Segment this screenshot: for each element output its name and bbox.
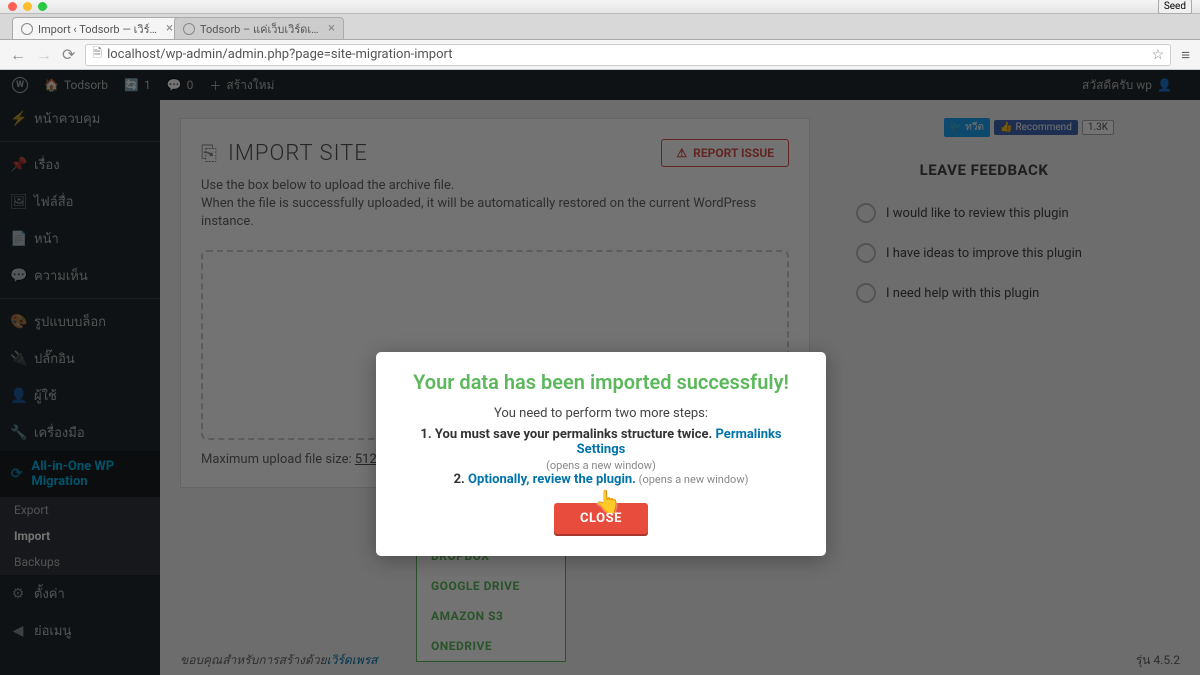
url-text: localhost/wp-admin/admin.php?page=site-m…: [107, 47, 452, 62]
review-plugin-link[interactable]: Optionally, review the plugin.: [468, 472, 636, 487]
modal-step-1: 1. You must save your permalinks structu…: [396, 427, 806, 457]
tab-title: Import ‹ Todsorb — เวิร์ดเพ…: [38, 20, 162, 38]
browser-menu-icon[interactable]: ≡: [1181, 46, 1190, 64]
minimize-window-icon[interactable]: [23, 2, 32, 11]
close-tab-icon[interactable]: ×: [166, 21, 173, 36]
address-bar[interactable]: 🗎 localhost/wp-admin/admin.php?page=site…: [85, 44, 1171, 66]
browser-tabs: Import ‹ Todsorb — เวิร์ดเพ… × Todsorb –…: [0, 14, 1200, 40]
modal-note: You need to perform two more steps:: [396, 406, 806, 421]
close-tab-icon[interactable]: ×: [328, 21, 335, 36]
browser-tab-active[interactable]: Import ‹ Todsorb — เวิร์ดเพ… ×: [12, 17, 182, 39]
seed-button[interactable]: Seed: [1158, 0, 1192, 14]
favicon-icon: [183, 23, 195, 35]
window-titlebar: Seed: [0, 0, 1200, 14]
favicon-icon: [21, 23, 33, 35]
modal-step-2: 2. Optionally, review the plugin. (opens…: [396, 472, 806, 487]
close-window-icon[interactable]: [8, 2, 17, 11]
browser-tab[interactable]: Todsorb – แค่เว็บเวิร์ดเพรสเ… ×: [174, 17, 344, 39]
close-modal-button[interactable]: CLOSE: [554, 503, 648, 534]
reload-button[interactable]: ⟳: [62, 45, 75, 64]
modal-hint-1: (opens a new window): [396, 459, 806, 472]
browser-toolbar: ← → ⟳ 🗎 localhost/wp-admin/admin.php?pag…: [0, 40, 1200, 70]
tab-title: Todsorb – แค่เว็บเวิร์ดเพรสเ…: [200, 20, 324, 38]
zoom-window-icon[interactable]: [38, 2, 47, 11]
forward-button: →: [36, 45, 52, 65]
modal-title: Your data has been imported successfuly!: [396, 370, 806, 394]
back-button[interactable]: ←: [10, 45, 26, 65]
site-info-icon[interactable]: 🗎: [92, 44, 102, 65]
success-modal: Your data has been imported successfuly!…: [376, 352, 826, 556]
bookmark-icon[interactable]: ☆: [1152, 47, 1165, 63]
